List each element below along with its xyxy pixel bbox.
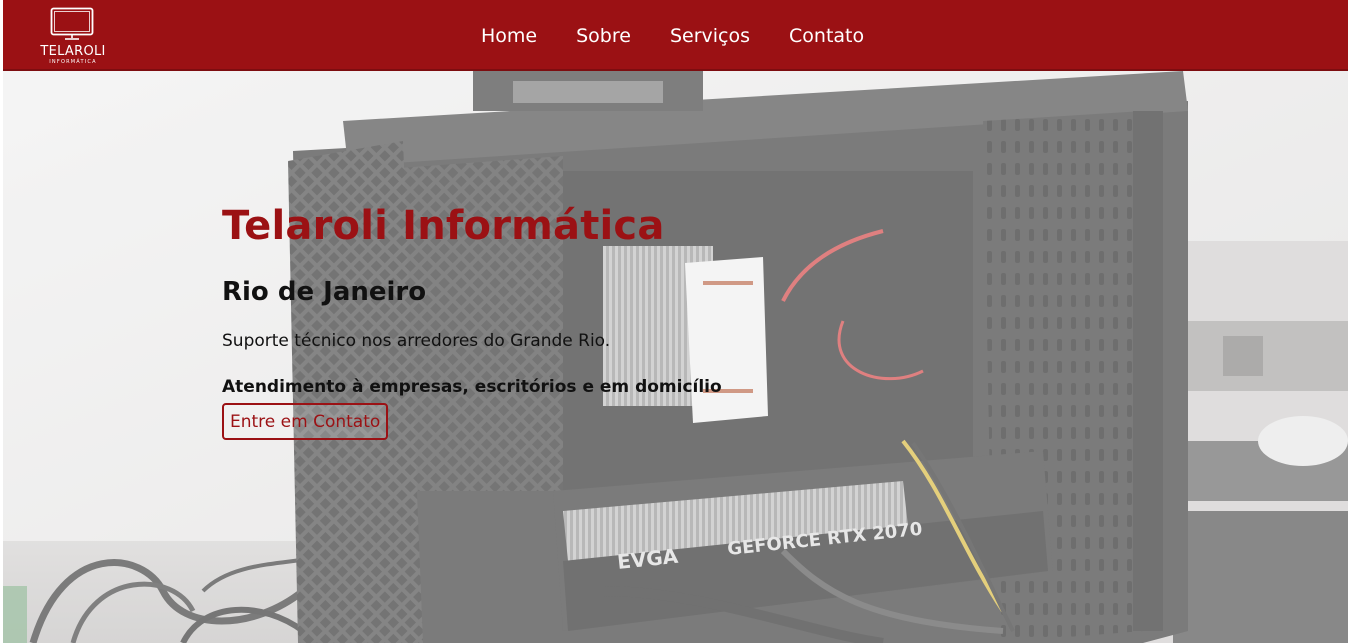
nav-link-home[interactable]: Home: [481, 22, 537, 50]
hero-section: EVGA GEFORCE RTX 2070 Telaroli Informáti…: [3, 71, 1348, 643]
contact-cta-button[interactable]: Entre em Contato: [222, 403, 389, 440]
hero-highlight: Atendimento à empresas, escritórios e em…: [222, 377, 722, 397]
hero-title: Telaroli Informática: [222, 203, 665, 249]
brand-logo[interactable]: TELAROLI INFORMÁTICA: [33, 7, 113, 67]
brand-name: TELAROLI: [40, 44, 106, 59]
page: TELAROLI INFORMÁTICA Home Sobre Serviços…: [0, 0, 1348, 643]
nav-link-sobre[interactable]: Sobre: [576, 22, 631, 50]
monitor-icon: [50, 7, 94, 40]
nav-link-contato[interactable]: Contato: [789, 22, 864, 50]
hero-location: Rio de Janeiro: [222, 277, 427, 307]
hero-content: Telaroli Informática Rio de Janeiro Supo…: [222, 199, 922, 440]
brand-tagline: INFORMÁTICA: [49, 59, 97, 65]
navbar: TELAROLI INFORMÁTICA Home Sobre Serviços…: [3, 0, 1348, 71]
main-nav: Home Sobre Serviços Contato: [481, 22, 903, 50]
nav-link-servicos[interactable]: Serviços: [670, 22, 750, 50]
hero-description: Suporte técnico nos arredores do Grande …: [222, 331, 611, 351]
